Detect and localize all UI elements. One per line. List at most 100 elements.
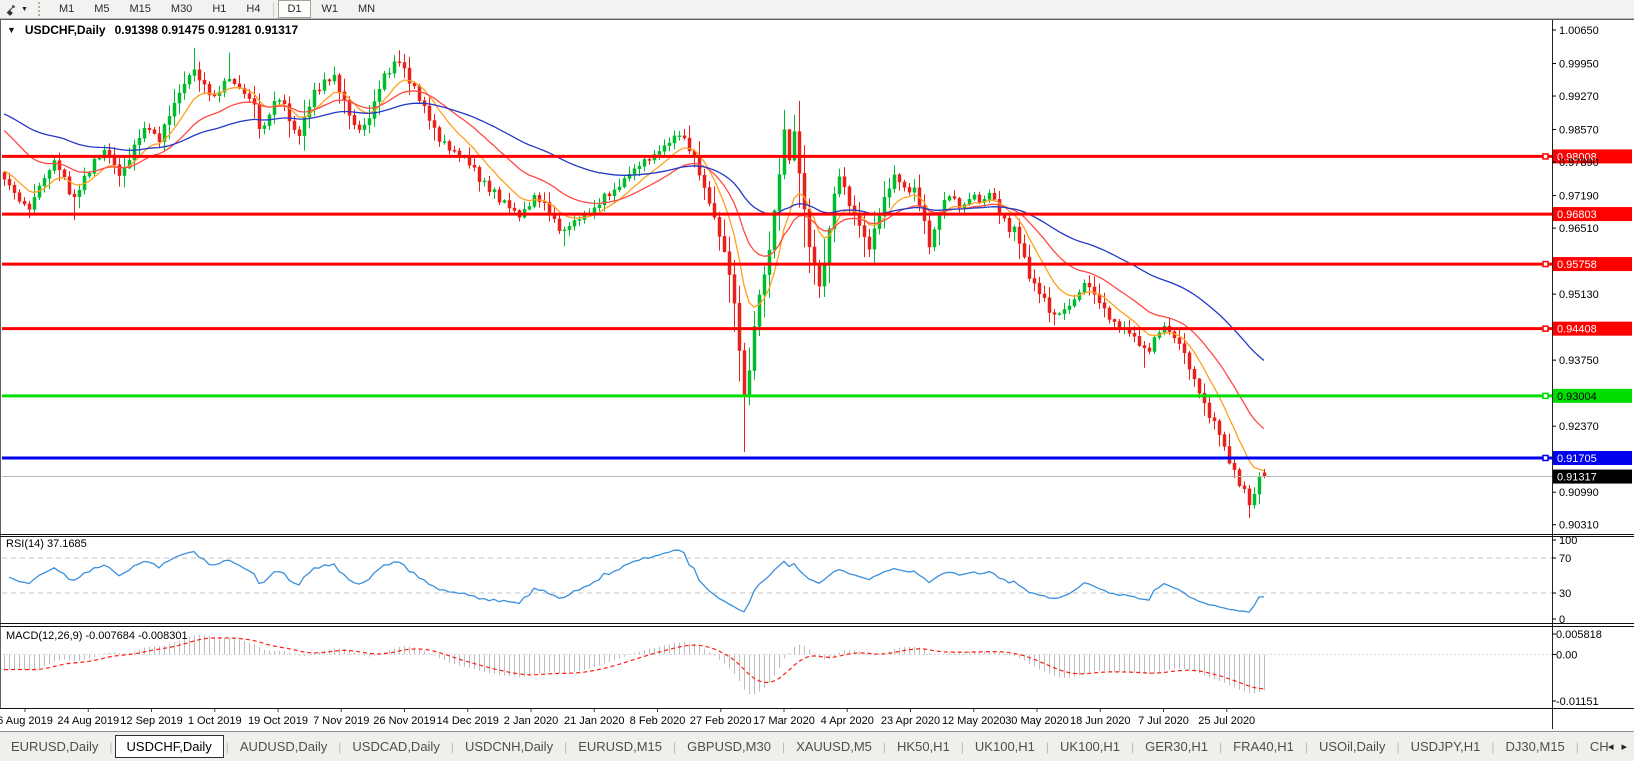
rsi-indicator-label: RSI(14) 37.1685	[6, 538, 87, 550]
chart-tab-hk50-h1[interactable]: HK50,H1	[886, 735, 961, 758]
chart-tab-usdcnh-daily[interactable]: USDCNH,Daily	[454, 735, 564, 758]
chart-tab-uk100-h1[interactable]: UK100,H1	[1049, 735, 1131, 758]
chart-tabbar: EURUSD,Daily | USDCHF,Daily | AUDUSD,Daily | U…	[0, 731, 1634, 761]
svg-text:25 Jul 2020: 25 Jul 2020	[1198, 715, 1255, 727]
timeframe-button-h1[interactable]: H1	[203, 0, 235, 18]
svg-text:18 Jun 2020: 18 Jun 2020	[1070, 715, 1131, 727]
symbol-dropdown-icon[interactable]: ▼	[7, 25, 16, 35]
chart-tab-gbpusd-m30[interactable]: GBPUSD,M30	[676, 735, 782, 758]
svg-text:26 Nov 2019: 26 Nov 2019	[373, 715, 435, 727]
svg-text:0.98570: 0.98570	[1559, 125, 1599, 137]
svg-text:0.99270: 0.99270	[1559, 91, 1599, 103]
svg-text:12 May 2020: 12 May 2020	[942, 715, 1006, 727]
ma-slow-line	[3, 102, 1265, 361]
macd-indicator-label: MACD(12,26,9) -0.007684 -0.008301	[6, 630, 188, 642]
chart-tab-eurusd-daily[interactable]: EURUSD,Daily	[0, 735, 109, 758]
svg-text:0.99950: 0.99950	[1559, 58, 1599, 70]
timeframe-button-mn[interactable]: MN	[349, 0, 384, 18]
svg-text:6 Aug 2019: 6 Aug 2019	[0, 715, 53, 727]
svg-text:0.96803: 0.96803	[1557, 209, 1597, 221]
svg-text:17 Mar 2020: 17 Mar 2020	[753, 715, 815, 727]
chart-tab-dj30-m15[interactable]: DJ30,M15	[1495, 735, 1576, 758]
macd-axis[interactable]: 0.005818 0.00 -0.01151	[1552, 629, 1602, 708]
svg-text:2 Jan 2020: 2 Jan 2020	[504, 715, 558, 727]
svg-text:4 Apr 2020: 4 Apr 2020	[821, 715, 874, 727]
svg-text:24 Aug 2019: 24 Aug 2019	[57, 715, 119, 727]
chart-tab-ger30-h1[interactable]: GER30,H1	[1134, 735, 1219, 758]
ma-mid-line	[3, 90, 1265, 430]
timeframe-button-m15[interactable]: M15	[121, 0, 160, 18]
ma-fast-line	[3, 79, 1265, 472]
toolbar-grip[interactable]	[37, 2, 44, 16]
hline-0.98008[interactable]: 0.98008	[2, 149, 1632, 164]
svg-text:0.91317: 0.91317	[1557, 472, 1597, 484]
svg-text:14 Dec 2019: 14 Dec 2019	[437, 715, 499, 727]
tab-scroll-right-button[interactable]: ▸	[1621, 740, 1627, 753]
svg-text:0.97190: 0.97190	[1559, 191, 1599, 203]
chart-frame	[0, 19, 1634, 729]
svg-text:0.90990: 0.90990	[1559, 487, 1599, 499]
chart-tab-usdchf-daily[interactable]: USDCHF,Daily	[114, 735, 224, 758]
svg-text:1 Oct 2019: 1 Oct 2019	[188, 715, 242, 727]
svg-text:0.95758: 0.95758	[1557, 259, 1597, 271]
svg-text:0.94408: 0.94408	[1557, 324, 1597, 336]
tab-scroll-left-button[interactable]: ◂	[1608, 740, 1614, 753]
chart-symbol-label: USDCHF,Daily	[24, 23, 106, 37]
svg-text:21 Jan 2020: 21 Jan 2020	[564, 715, 625, 727]
chart-tab-xauusd-m5[interactable]: XAUUSD,M5	[785, 735, 883, 758]
toolbar-separator	[273, 1, 275, 17]
timeframe-button-m1[interactable]: M1	[50, 0, 83, 18]
current-price-line: 0.91317	[2, 469, 1632, 484]
rsi-axis[interactable]: 100 70 30 0	[1552, 535, 1577, 626]
crosshair-tool-icon	[6, 4, 15, 16]
chart-tab-audusd-daily[interactable]: AUDUSD,Daily	[229, 735, 338, 758]
svg-text:7 Jul 2020: 7 Jul 2020	[1138, 715, 1189, 727]
tab-list: EURUSD,Daily | USDCHF,Daily | AUDUSD,Daily | U…	[0, 735, 1608, 758]
rsi-line	[8, 549, 1265, 613]
svg-text:70: 70	[1559, 553, 1571, 565]
chart-tab-eurusd-m15[interactable]: EURUSD,M15	[567, 735, 673, 758]
svg-text:12 Sep 2019: 12 Sep 2019	[120, 715, 182, 727]
svg-text:0.93750: 0.93750	[1559, 355, 1599, 367]
chart-tab-usoil-daily[interactable]: USOil,Daily	[1308, 735, 1396, 758]
hline-0.94408[interactable]: 0.94408	[2, 321, 1632, 336]
svg-text:-0.01151: -0.01151	[1556, 696, 1599, 708]
timeframe-button-h4[interactable]: H4	[237, 0, 269, 18]
svg-text:7 Nov 2019: 7 Nov 2019	[313, 715, 369, 727]
chart-canvas[interactable]: 0.98008 0.96803 0.95758 0.94408 0.93004 0.917…	[0, 0, 1634, 760]
timeframe-button-m5[interactable]: M5	[85, 0, 118, 18]
chart-title: ▼ USDCHF,Daily 0.91398 0.91475 0.91281 0…	[7, 23, 298, 37]
svg-text:0.95130: 0.95130	[1559, 289, 1599, 301]
top-toolbar: ▼ M1 M5 M15 M30 H1 H4 D1 W1 MN	[0, 0, 1634, 19]
chart-tab-china300-h4[interactable]: CHINA300,H4	[1579, 735, 1608, 758]
svg-text:0.92370: 0.92370	[1559, 421, 1599, 433]
tab-scroll-buttons: ◂ ▸	[1608, 740, 1634, 753]
svg-text:30 May 2020: 30 May 2020	[1005, 715, 1069, 727]
chart-tab-usdcad-daily[interactable]: USDCAD,Daily	[341, 735, 450, 758]
chart-tab-usdjpy-h1[interactable]: USDJPY,H1	[1400, 735, 1492, 758]
svg-text:0.00: 0.00	[1556, 650, 1577, 662]
svg-text:30: 30	[1559, 588, 1571, 600]
svg-text:19 Oct 2019: 19 Oct 2019	[248, 715, 308, 727]
hline-0.95758[interactable]: 0.95758	[2, 257, 1632, 272]
svg-text:0.91705: 0.91705	[1557, 453, 1597, 465]
tab-separator: |	[109, 739, 113, 754]
svg-text:0.93004: 0.93004	[1557, 391, 1597, 403]
chart-tab-uk100-h1[interactable]: UK100,H1	[964, 735, 1046, 758]
chart-tab-fra40-h1[interactable]: FRA40,H1	[1222, 735, 1305, 758]
svg-text:0: 0	[1559, 614, 1565, 626]
candles	[2, 47, 1267, 519]
timeframe-button-group: M1 M5 M15 M30 H1 H4 D1 W1 MN	[49, 0, 385, 18]
hline-0.93004[interactable]: 0.93004	[2, 388, 1632, 403]
svg-text:0.005818: 0.005818	[1556, 629, 1602, 641]
date-axis[interactable]: 6 Aug 2019 24 Aug 2019 12 Sep 2019 1 Oct 20…	[0, 709, 1255, 727]
timeframe-button-w1[interactable]: W1	[313, 0, 348, 18]
svg-text:27 Feb 2020: 27 Feb 2020	[690, 715, 752, 727]
hline-0.91705[interactable]: 0.91705	[2, 450, 1632, 465]
cursor-tool-button[interactable]: ▼	[2, 2, 32, 17]
timeframe-button-m30[interactable]: M30	[162, 0, 201, 18]
timeframe-button-d1[interactable]: D1	[278, 0, 311, 18]
macd-histogram	[4, 634, 1265, 695]
chart-ohlc-values: 0.91398 0.91475 0.91281 0.91317	[114, 23, 299, 37]
svg-text:100: 100	[1559, 535, 1577, 547]
